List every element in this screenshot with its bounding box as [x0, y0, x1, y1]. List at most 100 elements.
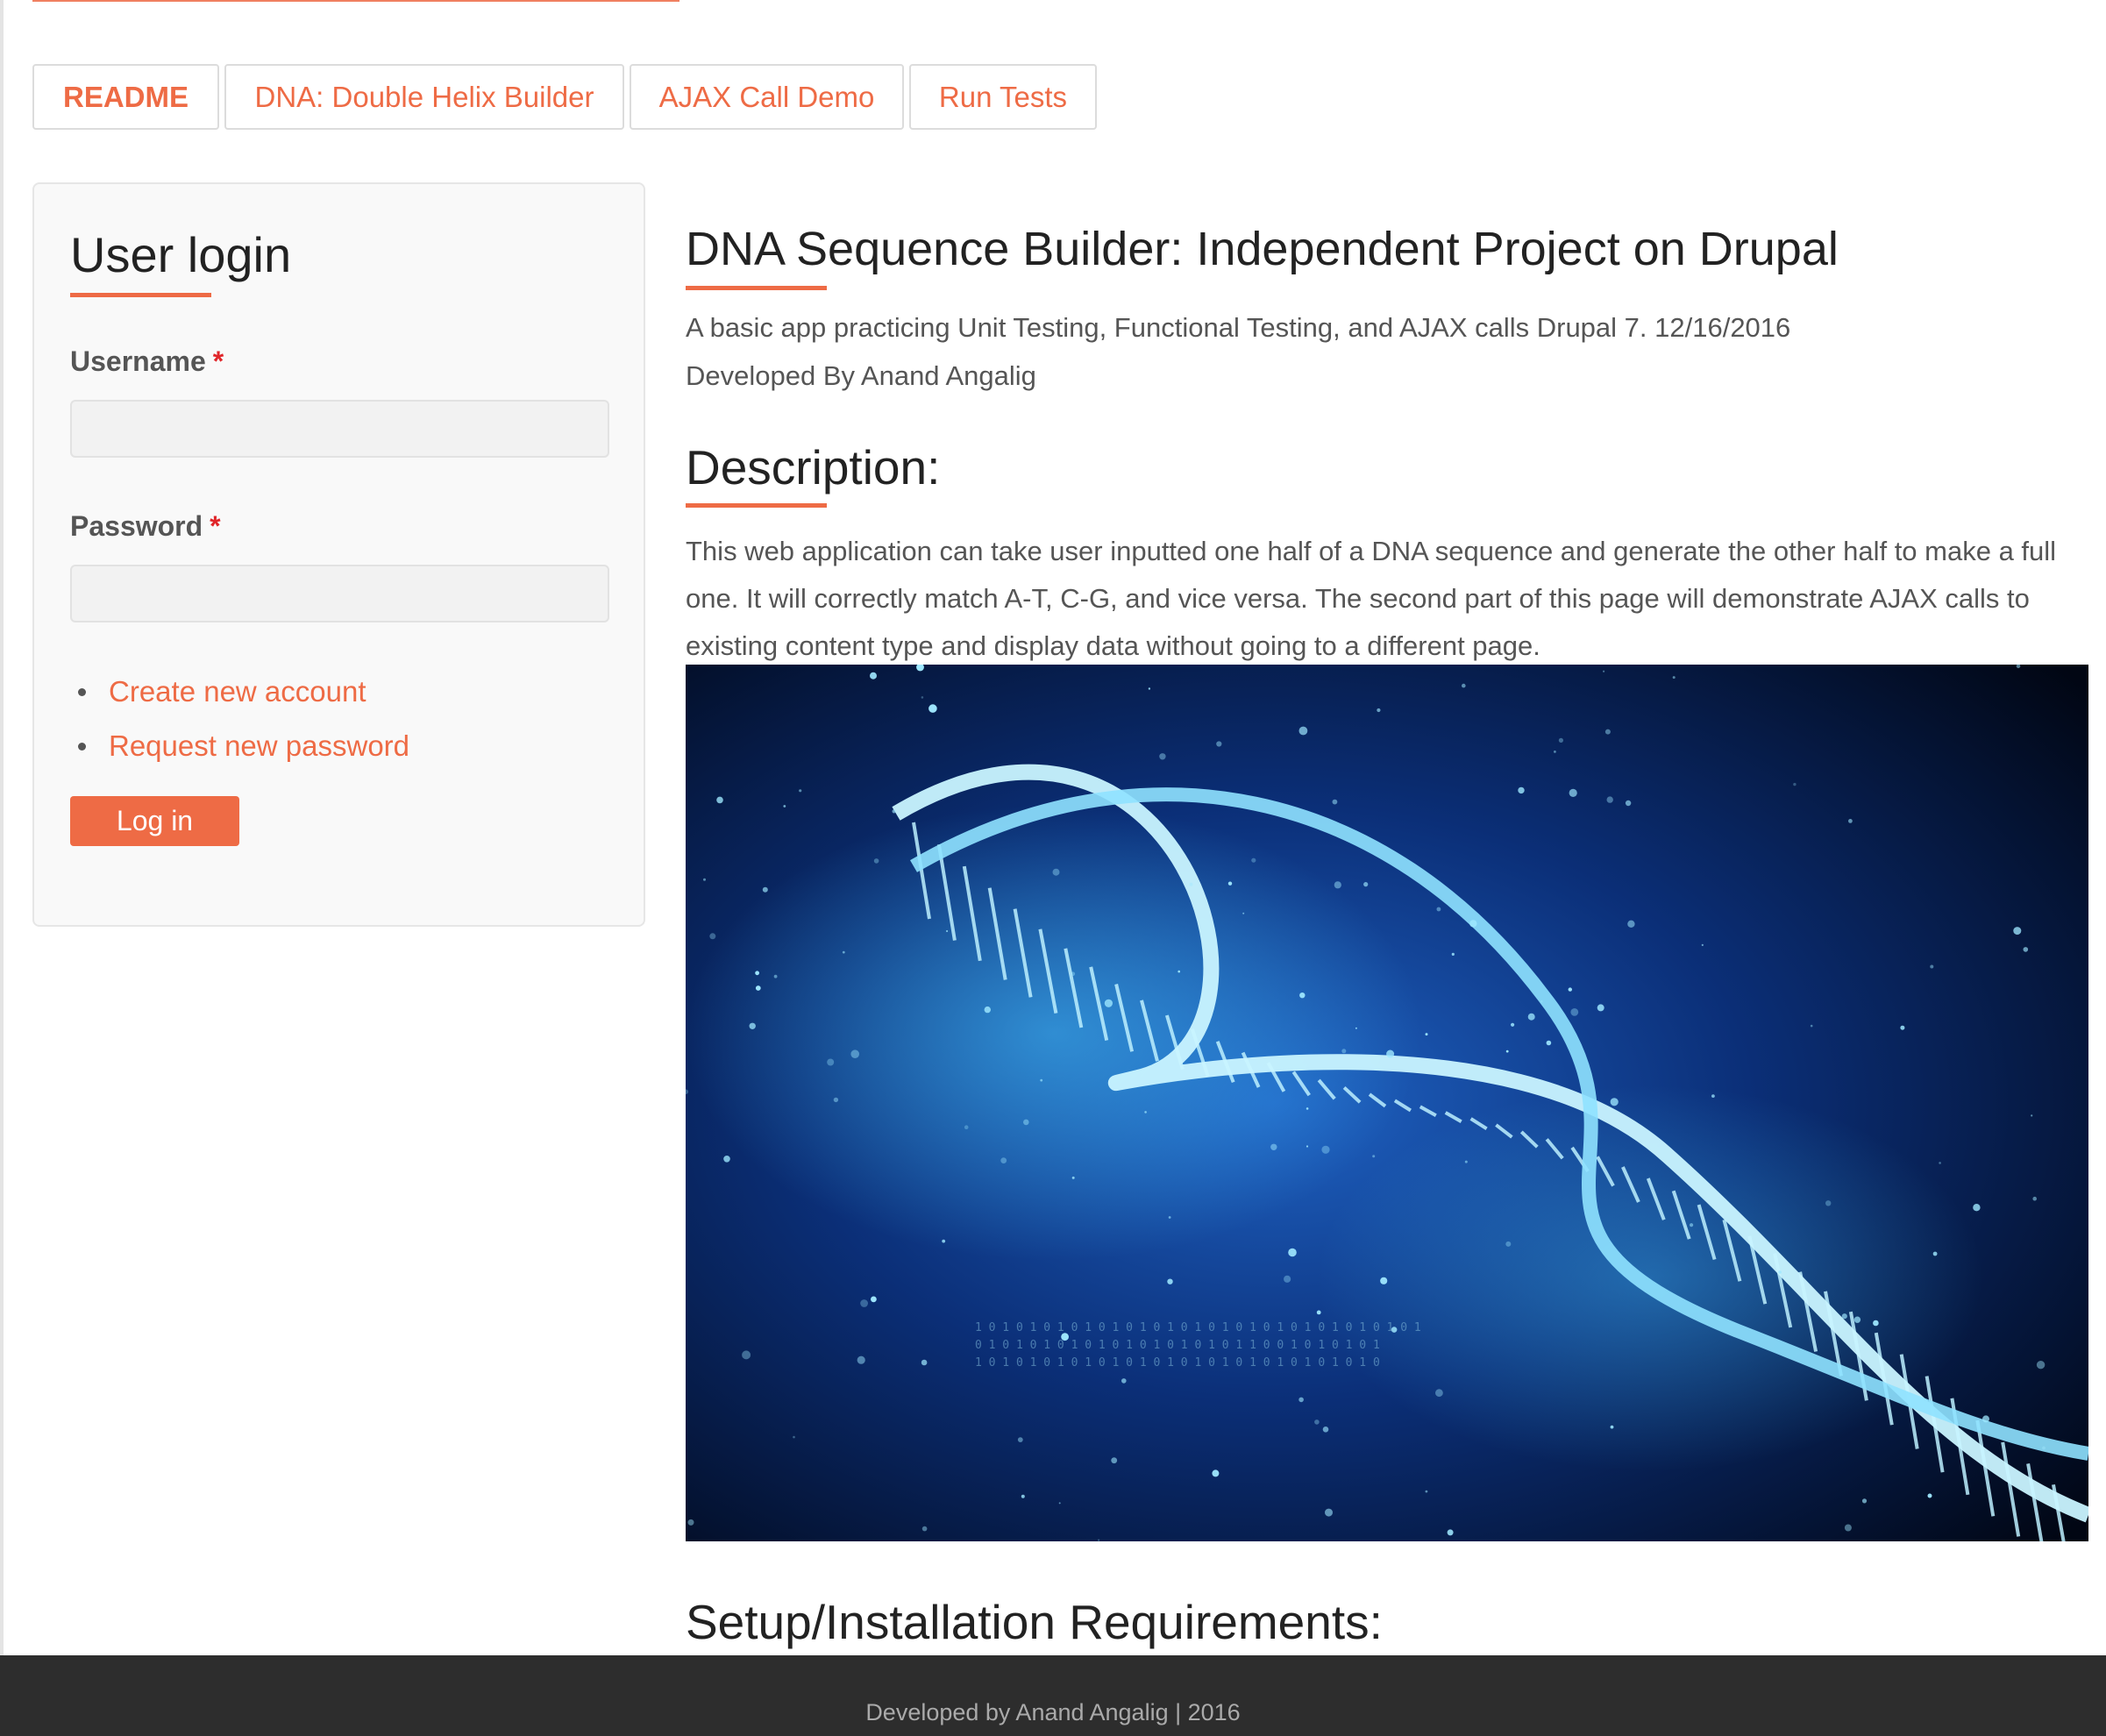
particle-dot: [1021, 1494, 1025, 1498]
bullet-icon: [78, 742, 86, 751]
particle-dot: [1386, 1049, 1395, 1058]
particle-dot: [762, 886, 768, 893]
create-account-link[interactable]: Create new account: [78, 675, 366, 708]
particle-dot: [2036, 1361, 2046, 1370]
particle-dot: [1167, 1278, 1173, 1284]
particle-dot: [1464, 1160, 1468, 1163]
particle-dot: [1000, 1157, 1007, 1163]
required-marker: *: [210, 510, 221, 542]
particle-dot: [1939, 1162, 1941, 1164]
particle-dot: [1436, 907, 1441, 912]
particle-dot: [964, 1125, 969, 1129]
particle-dot: [1527, 1013, 1535, 1021]
particle-dot: [2013, 927, 2022, 936]
particle-dot: [1332, 799, 1338, 805]
tab-ajax-demo[interactable]: AJAX Call Demo: [630, 64, 904, 130]
bullet-icon: [78, 687, 86, 696]
particle-dot: [1853, 1316, 1861, 1323]
particle-dot: [1570, 1008, 1579, 1016]
particle-dot: [942, 1239, 946, 1243]
particle-dot: [742, 1350, 751, 1360]
particle-dot: [1372, 1155, 1376, 1158]
particle-dot: [1778, 1270, 1782, 1274]
particle-dot: [1178, 970, 1180, 973]
particle-dot: [1144, 1111, 1147, 1113]
particle-dot: [1341, 1049, 1347, 1054]
particle-dot: [1511, 1022, 1515, 1027]
left-border: [0, 0, 4, 1655]
particle-dot: [1793, 782, 1797, 786]
particle-dot: [1701, 943, 1704, 946]
setup-heading: Setup/Installation Requirements:: [686, 1595, 1383, 1649]
particle-dot: [860, 1299, 868, 1307]
tab-run-tests[interactable]: Run Tests: [909, 64, 1097, 130]
particle-dot: [892, 809, 896, 814]
particle-dot: [1104, 999, 1113, 1007]
particle-dot: [1558, 737, 1563, 743]
particle-dot: [1284, 1275, 1291, 1283]
particle-dot: [1299, 993, 1306, 999]
particle-dot: [946, 929, 949, 933]
particle-dot: [1554, 751, 1556, 753]
particle-dot: [1058, 1502, 1061, 1505]
particle-dot: [1711, 1094, 1715, 1098]
site-footer: Developed by Anand Angalig | 2016: [0, 1655, 2106, 1736]
particle-dot: [793, 1435, 795, 1439]
particle-dot: [1841, 1313, 1847, 1320]
particle-dot: [1334, 881, 1341, 889]
particle-dot: [1325, 1508, 1333, 1517]
particle-dot: [1168, 1216, 1171, 1219]
particle-dot: [1306, 1107, 1309, 1110]
user-login-block: User login Username * Password * Create ne…: [32, 182, 645, 927]
particle-dot: [1568, 987, 1572, 992]
particle-dot: [2031, 1114, 2033, 1117]
description-text: This web application can take user input…: [686, 536, 2057, 661]
particle-dot: [921, 696, 924, 699]
particle-dot: [1900, 1025, 1905, 1030]
tab-dna-builder[interactable]: DNA: Double Helix Builder: [224, 64, 624, 130]
particle-dot: [2042, 1446, 2046, 1450]
particle-dot: [1603, 670, 1605, 672]
particle-dot: [1425, 1033, 1428, 1036]
username-label: Username *: [70, 345, 224, 377]
particle-dot: [850, 1049, 859, 1058]
particle-dot: [1314, 1419, 1320, 1425]
password-input[interactable]: [70, 565, 609, 623]
particle-dot: [703, 878, 706, 881]
particle-dot: [827, 1058, 835, 1066]
particle-dot: [1242, 912, 1245, 914]
particle-dot: [1298, 1397, 1304, 1403]
particle-dot: [1447, 1529, 1454, 1536]
particle-dot: [716, 796, 723, 804]
particle-dot: [755, 971, 759, 976]
particle-dot: [1810, 1024, 1813, 1028]
particle-dot: [1848, 819, 1853, 823]
particle-dot: [723, 1156, 730, 1163]
particle-dot: [1316, 1310, 1321, 1315]
particle-dot: [857, 1355, 865, 1364]
particle-dot: [1227, 881, 1233, 886]
login-button[interactable]: Log in: [70, 796, 239, 846]
particle-dot: [1216, 741, 1222, 747]
login-title: User login: [70, 227, 292, 282]
particle-dot: [1932, 1251, 1938, 1256]
particle-dot: [1377, 708, 1381, 713]
particle-dot: [1270, 1143, 1277, 1150]
particle-dot: [1930, 964, 1934, 969]
particle-dot: [1597, 1004, 1604, 1012]
particle-dot: [709, 933, 716, 940]
particle-dot: [1518, 786, 1525, 794]
particle-dot: [1023, 1119, 1029, 1126]
particle-dot: [1505, 1049, 1509, 1053]
dna-helix-image: 1 0 1 0 1 0 1 0 1 0 1 0 1 0 1 0 1 0 1 0 …: [686, 665, 2088, 1541]
username-input[interactable]: [70, 400, 609, 458]
description-heading: Description:: [686, 440, 941, 494]
tab-readme[interactable]: README: [32, 64, 219, 130]
particle-dot: [1546, 1040, 1552, 1046]
required-marker: *: [212, 345, 224, 377]
footer-text: Developed by Anand Angalig | 2016: [865, 1699, 1241, 1725]
particle-dot: [1873, 1320, 1879, 1327]
particle-dot: [1627, 920, 1635, 928]
request-password-link[interactable]: Request new password: [78, 729, 409, 763]
particle-dot: [1321, 1145, 1330, 1154]
